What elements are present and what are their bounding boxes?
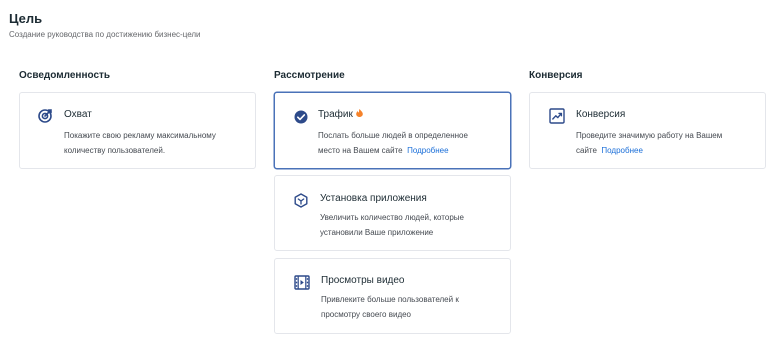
card-description-line: просмотру своего видео (321, 310, 412, 319)
card-title-text: Трафик (318, 109, 353, 120)
objective-card-video-views[interactable]: Просмотры видео Привлеките больше пользо… (274, 258, 511, 334)
card-description-line: Привлеките больше пользователей к (321, 295, 459, 304)
page-header: Цель Создание руководства по достижению … (9, 11, 201, 40)
card-description: Увеличить количество людей, которые уста… (320, 210, 500, 240)
card-description-line: Покажите свою рекламу максимальному (64, 131, 216, 140)
card-description-text: сайте (576, 146, 597, 155)
card-description-line: Увеличить количество людей, которые (320, 213, 464, 222)
app-cube-icon (293, 192, 309, 208)
card-description: Привлеките больше пользователей к просмо… (321, 292, 501, 322)
column-title-awareness: Осведомленность (19, 70, 111, 81)
card-description: Покажите свою рекламу максимальному коли… (64, 128, 244, 158)
column-title-conversion: Конверсия (529, 70, 583, 81)
card-title: Охват (64, 109, 92, 120)
check-circle-icon (293, 109, 309, 125)
card-title: Установка приложения (320, 193, 427, 204)
card-description-line: количеству пользователей. (64, 146, 166, 155)
learn-more-link[interactable]: Подробнее (601, 146, 643, 155)
column-title-consideration: Рассмотрение (274, 70, 345, 81)
page-subtitle: Создание руководства по достижению бизне… (9, 30, 201, 39)
card-title: Трафик (318, 109, 363, 121)
film-icon (294, 274, 310, 290)
target-icon (37, 108, 53, 124)
objective-card-traffic[interactable]: Трафик Послать больше людей в определенн… (274, 92, 511, 169)
card-description-line: установили Ваше приложение (320, 228, 434, 237)
card-description: Проведите значимую работу на Вашем сайте… (576, 128, 756, 158)
page-title: Цель (9, 11, 43, 26)
fire-icon (356, 109, 363, 117)
card-title: Конверсия (576, 109, 626, 120)
card-title: Просмотры видео (321, 275, 405, 286)
learn-more-link[interactable]: Подробнее (407, 146, 449, 155)
trend-chart-icon (549, 108, 565, 124)
card-description: Послать больше людей в определенное мест… (318, 128, 503, 158)
objective-card-reach[interactable]: Охват Покажите свою рекламу максимальном… (19, 92, 256, 169)
card-description-line: Проведите значимую работу на Вашем (576, 131, 723, 140)
card-description-line: место на Вашем сайте Подробнее (318, 143, 503, 158)
card-description-line: Послать больше людей в определенное (318, 131, 468, 140)
card-description-line: сайте Подробнее (576, 143, 756, 158)
card-description-text: место на Вашем сайте (318, 146, 403, 155)
objective-card-app-install[interactable]: Установка приложения Увеличить количеств… (274, 175, 511, 251)
objective-card-conversions[interactable]: Конверсия Проведите значимую работу на В… (529, 92, 766, 169)
